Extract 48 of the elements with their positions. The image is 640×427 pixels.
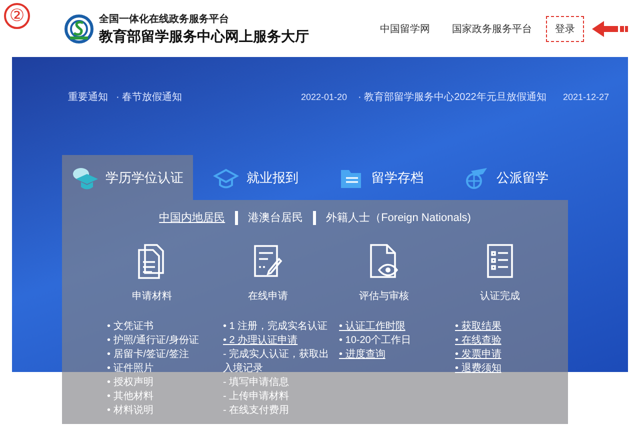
list-item: • 授权声明 [107,376,154,390]
service-tab[interactable]: 学历学位认证 [62,155,194,200]
list-link[interactable]: • 2 办理认证申请 [223,334,326,348]
audience-tab[interactable]: 中国内地居民 [159,210,226,225]
service-tab[interactable]: 公派留学 [443,155,568,200]
step-number: ② [4,3,30,29]
header-link[interactable]: 国家政务服务平台 [452,22,532,36]
step-title: 认证完成 [480,290,520,303]
list-item: - 上传申请材料 [223,390,290,404]
list-link[interactable]: • 获取结果 [455,320,558,334]
list-item: • 材料说明 [107,404,154,418]
list-item: • 其他材料 [107,390,154,404]
graduation-cap-icon [72,166,98,190]
document-eye-icon [367,243,401,279]
list-link[interactable]: • 认证工作时限 [339,320,442,334]
list-item: • 护照/通行证/身份证 [107,334,200,348]
list-item: 入境记录 [223,362,264,376]
list-item: • 10-20个工作日 [339,334,412,348]
list-item: - 在线支付费用 [223,404,290,418]
login-link[interactable]: 登录 [555,22,575,36]
step-title: 在线申请 [248,290,288,303]
form-pencil-icon [251,243,285,279]
list-item: • 1 注册，完成实名认证 [223,320,326,334]
list-link[interactable]: • 退费须知 [455,362,558,376]
logo-icon [64,14,94,44]
platform-subtitle: 全国一体化在线政务服务平台 [99,12,230,26]
notice-date: 2022-01-20 [301,92,348,102]
audience-tab[interactable]: 外籍人士（Foreign Nationals) [326,210,471,225]
step-title: 申请材料 [132,290,172,303]
list-item: - 填写申请信息 [223,376,290,390]
header-link[interactable]: 中国留学网 [380,22,430,36]
list-item: - 完成实人认证，获取出 [223,348,326,362]
notice-date: 2021-12-27 [563,92,610,102]
service-tab[interactable]: 就业报到 [193,155,318,200]
audience-tab[interactable]: 港澳台居民 [248,210,304,225]
list-item: • 证件照片 [107,362,154,376]
arrow-icon [592,20,628,36]
notice-link[interactable]: · 春节放假通知 [116,90,301,104]
list-link[interactable]: • 进度查询 [339,348,442,362]
service-tab[interactable]: 留学存档 [318,155,444,200]
list-item: • 文凭证书 [107,320,154,334]
site-title: 教育部留学服务中心网上服务大厅 [99,28,309,46]
list-link[interactable]: • 发票申请 [455,348,558,362]
notice-label: 重要通知 [68,90,109,104]
step-title: 评估与审核 [359,290,409,303]
list-item: • 居留卡/签证/签注 [107,348,190,362]
list-link[interactable]: • 在线查验 [455,334,558,348]
notice-link[interactable]: · 教育部留学服务中心2022年元旦放假通知 [358,90,563,104]
